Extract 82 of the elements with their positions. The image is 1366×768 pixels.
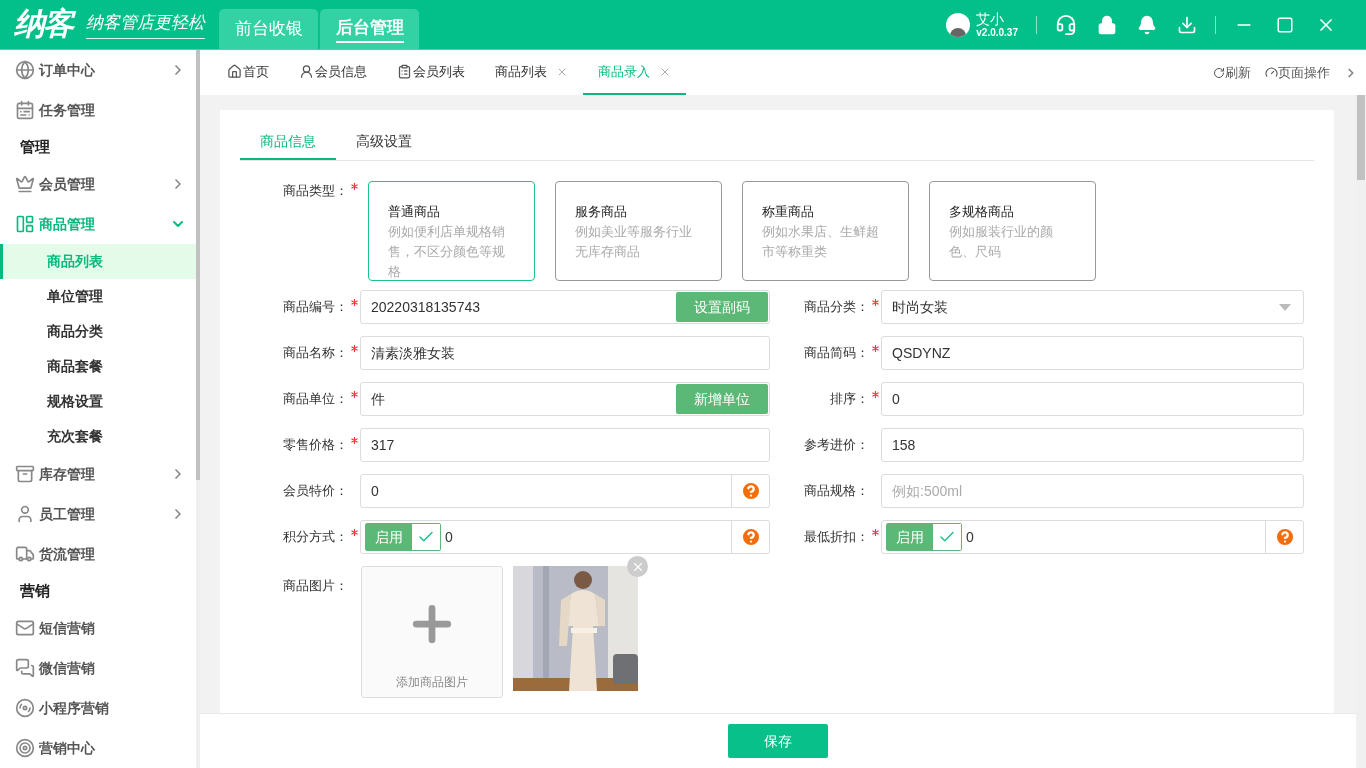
user-icon <box>15 504 35 524</box>
user-name: 艾小 <box>976 11 1006 26</box>
field-label: 商品编号： <box>283 297 360 317</box>
scrollbar[interactable] <box>196 50 200 768</box>
input-field[interactable]: 启用 0 <box>881 520 1304 554</box>
field-label: 参考进价： <box>804 436 870 455</box>
field-label: 商品分类： <box>804 297 881 317</box>
maximize-icon[interactable] <box>1276 15 1294 34</box>
page-tab[interactable]: 首页 <box>212 50 284 95</box>
product-type-card[interactable]: 服务商品 例如美业等服务行业无库存商品 <box>555 181 722 281</box>
page-tab[interactable]: 会员列表 <box>382 50 480 95</box>
home-icon <box>227 64 242 79</box>
archive-icon <box>15 464 35 484</box>
submenu-item[interactable]: 单位管理 <box>0 279 196 314</box>
section-heading: 营销 <box>19 580 51 601</box>
field-label: 会员特价： <box>283 482 349 501</box>
field-label: 商品图片： <box>283 577 348 595</box>
crown-icon <box>15 174 35 194</box>
version-text: v2.0.0.37 <box>976 27 1018 38</box>
chat-icon <box>15 658 35 678</box>
sidebar-item[interactable]: 会员管理 <box>0 164 196 204</box>
submenu-item[interactable]: 规格设置 <box>0 384 196 419</box>
input-field[interactable]: QSDYNZ <box>881 336 1304 370</box>
layout-icon <box>15 214 35 234</box>
disc-icon <box>15 698 35 718</box>
input-field[interactable]: 清素淡雅女装 <box>360 336 770 370</box>
sidebar-item[interactable]: 营销中心 <box>0 728 196 768</box>
dropdown-arrow-icon <box>1279 303 1291 311</box>
remove-image-button[interactable] <box>627 556 648 577</box>
section-heading: 管理 <box>19 136 51 157</box>
sidebar-item[interactable]: 库存管理 <box>0 454 196 494</box>
target-icon <box>15 738 35 758</box>
lock-icon[interactable] <box>1097 14 1117 35</box>
submenu-item[interactable]: 充次套餐 <box>0 419 196 454</box>
clipboard-icon <box>397 64 412 79</box>
input-field[interactable]: 0 <box>881 382 1304 416</box>
sidebar-item[interactable]: 微信营销 <box>0 648 196 688</box>
avatar[interactable] <box>946 12 971 37</box>
product-type-card[interactable]: 称重商品 例如水果店、生鲜超市等称重类 <box>742 181 909 281</box>
headset-icon[interactable] <box>1055 13 1077 36</box>
bell-icon[interactable] <box>1137 14 1157 35</box>
field-label: 积分方式： <box>283 527 360 547</box>
sidebar-item[interactable]: 短信营销 <box>0 608 196 648</box>
field-label: 商品单位： <box>283 389 360 409</box>
globe-icon <box>15 60 35 80</box>
field-label: 商品名称： <box>283 343 360 363</box>
field-label: 商品类型： <box>283 182 348 200</box>
input-field[interactable]: 启用 0 <box>360 520 770 554</box>
submenu-item[interactable]: 商品套餐 <box>0 349 196 384</box>
page-action-link[interactable]: 刷新 <box>1213 50 1251 95</box>
page-action-link[interactable]: 页面操作 <box>1265 50 1330 95</box>
field-label: 商品规格： <box>804 482 870 501</box>
select-field[interactable]: 时尚女装 <box>881 290 1304 324</box>
field-label: 最低折扣： <box>804 527 881 547</box>
page-tab[interactable]: 商品列表 <box>480 50 583 95</box>
download-icon[interactable] <box>1177 14 1197 35</box>
field-label: 排序： <box>830 389 881 409</box>
page-tab[interactable]: 会员信息 <box>284 50 382 95</box>
sidebar-item[interactable]: 小程序营销 <box>0 688 196 728</box>
sidebar-item[interactable]: 员工管理 <box>0 494 196 534</box>
input-field[interactable]: 0 <box>360 474 770 508</box>
input-field[interactable]: 20220318135743 设置副码 <box>360 290 770 324</box>
sidebar-item[interactable]: 货流管理 <box>0 534 196 574</box>
product-type-card[interactable]: 普通商品 例如便利店单规格销售，不区分颜色等规格 <box>368 181 535 281</box>
refresh-icon <box>1213 66 1225 79</box>
truck-icon <box>15 544 35 564</box>
sidebar-item[interactable]: 任务管理 <box>0 90 196 130</box>
input-field[interactable]: 件 新增单位 <box>360 382 770 416</box>
add-image-button[interactable]: 添加商品图片 <box>361 566 503 698</box>
input-field[interactable]: 317 <box>360 428 770 462</box>
product-type-card[interactable]: 多规格商品 例如服装行业的颜色、尺码 <box>929 181 1096 281</box>
input-field[interactable]: 158 <box>881 428 1304 462</box>
field-label: 零售价格： <box>283 435 360 455</box>
submenu-item[interactable]: 商品分类 <box>0 314 196 349</box>
user-icon <box>299 64 314 79</box>
form-tab[interactable]: 高级设置 <box>336 125 432 160</box>
field-label: 商品简码： <box>804 343 881 363</box>
sidebar-item[interactable]: 订单中心 <box>0 50 196 90</box>
mail-icon <box>15 618 35 638</box>
slogan: 纳客管店更轻松 <box>86 10 205 39</box>
calendar-icon <box>15 100 35 120</box>
gauge-icon <box>1265 66 1278 79</box>
